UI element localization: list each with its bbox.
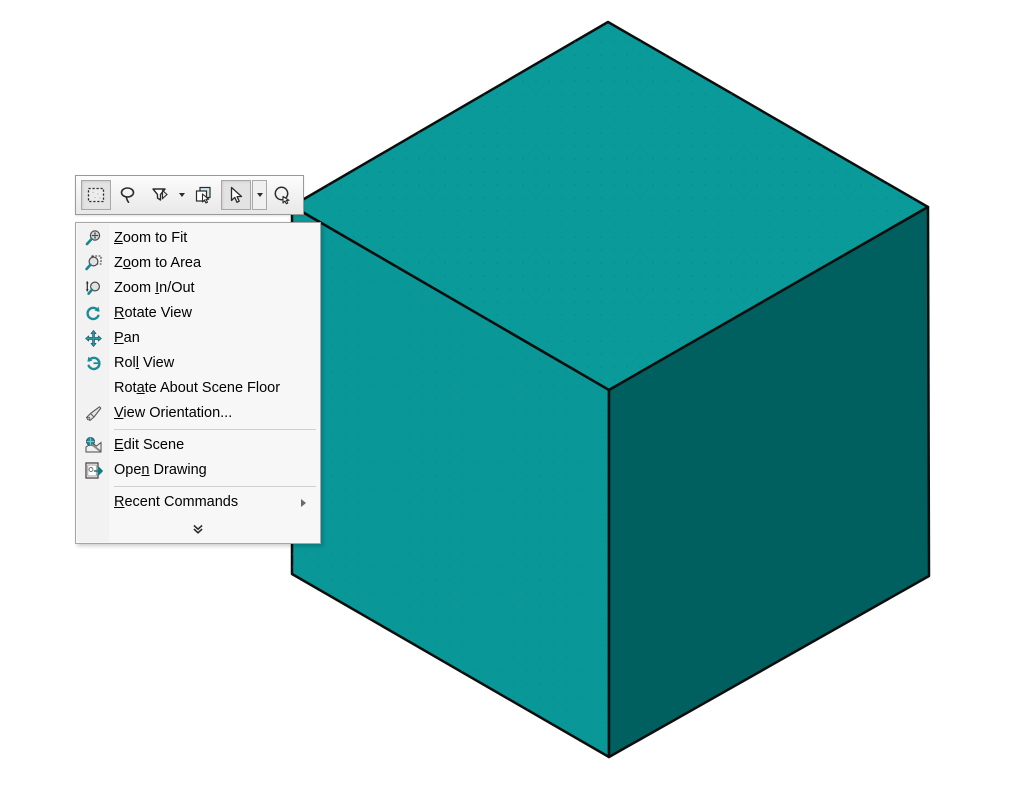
box-selection-button[interactable] xyxy=(81,180,111,210)
select-over-geometry-icon xyxy=(195,186,211,204)
menu-item-roll-view[interactable]: Roll View xyxy=(76,351,320,376)
menu-expand-button[interactable] xyxy=(76,515,320,543)
view-context-menu[interactable]: Zoom to Fit Zoom to Area Zoom In/Out Rot… xyxy=(75,222,321,544)
menu-separator xyxy=(114,486,316,487)
menu-item-label: Rotate About Scene Floor xyxy=(114,380,281,397)
selection-toolbar[interactable] xyxy=(75,175,304,215)
menu-item-label: Zoom to Fit xyxy=(114,230,188,247)
submenu-arrow-icon xyxy=(301,498,306,507)
pan-icon xyxy=(76,326,110,351)
chevron-down-icon xyxy=(179,193,185,197)
menu-item-label: Edit Scene xyxy=(114,437,185,454)
zoom-to-fit-icon xyxy=(76,226,110,251)
arrow-cursor-icon xyxy=(230,186,243,203)
select-tool-button[interactable] xyxy=(221,180,251,210)
menu-item-view-orientation[interactable]: View Orientation... xyxy=(76,401,320,426)
lasso-select-icon xyxy=(120,187,135,203)
menu-item-zoom-in-out[interactable]: Zoom In/Out xyxy=(76,276,320,301)
menu-item-label: View Orientation... xyxy=(114,405,233,422)
menu-separator xyxy=(114,429,316,430)
menu-item-label: Pan xyxy=(114,330,140,347)
menu-item-label: Zoom In/Out xyxy=(114,280,195,297)
menu-item-label: Roll View xyxy=(114,355,175,372)
menu-item-label: Rotate View xyxy=(114,305,192,322)
menu-item-rotate-about-scene-floor[interactable]: Rotate About Scene Floor xyxy=(76,376,320,401)
double-chevron-down-icon xyxy=(191,522,205,536)
selection-filter-button[interactable] xyxy=(145,180,175,210)
menu-item-edit-scene[interactable]: Edit Scene xyxy=(76,433,320,458)
menu-item-rotate-view[interactable]: Rotate View xyxy=(76,301,320,326)
select-tool-dropdown[interactable] xyxy=(252,180,267,210)
selection-filter-icon xyxy=(152,188,168,201)
no-icon xyxy=(76,376,110,401)
menu-item-zoom-to-fit[interactable]: Zoom to Fit xyxy=(76,226,320,251)
rotate-view-icon xyxy=(76,301,110,326)
menu-item-label: Zoom to Area xyxy=(114,255,202,272)
zoom-in-out-icon xyxy=(76,276,110,301)
menu-item-zoom-to-area[interactable]: Zoom to Area xyxy=(76,251,320,276)
edit-scene-icon xyxy=(76,433,110,458)
no-icon xyxy=(76,490,110,515)
open-drawing-icon xyxy=(76,458,110,483)
select-over-geometry-button[interactable] xyxy=(189,180,219,210)
magnifier-cursor-icon xyxy=(274,186,290,205)
menu-item-pan[interactable]: Pan xyxy=(76,326,320,351)
box-select-icon xyxy=(87,187,105,203)
roll-view-icon xyxy=(76,351,110,376)
zoom-tool-button[interactable] xyxy=(268,180,298,210)
chevron-down-icon xyxy=(256,193,263,197)
menu-item-label: Open Drawing xyxy=(114,462,207,479)
menu-item-open-drawing[interactable]: Open Drawing xyxy=(76,458,320,483)
lasso-selection-button[interactable] xyxy=(113,180,143,210)
menu-item-label: Recent Commands xyxy=(114,494,239,511)
zoom-to-area-icon xyxy=(76,251,110,276)
selection-filter-dropdown[interactable] xyxy=(176,180,188,210)
view-orientation-icon xyxy=(76,401,110,426)
menu-item-recent-commands[interactable]: Recent Commands xyxy=(76,490,320,515)
